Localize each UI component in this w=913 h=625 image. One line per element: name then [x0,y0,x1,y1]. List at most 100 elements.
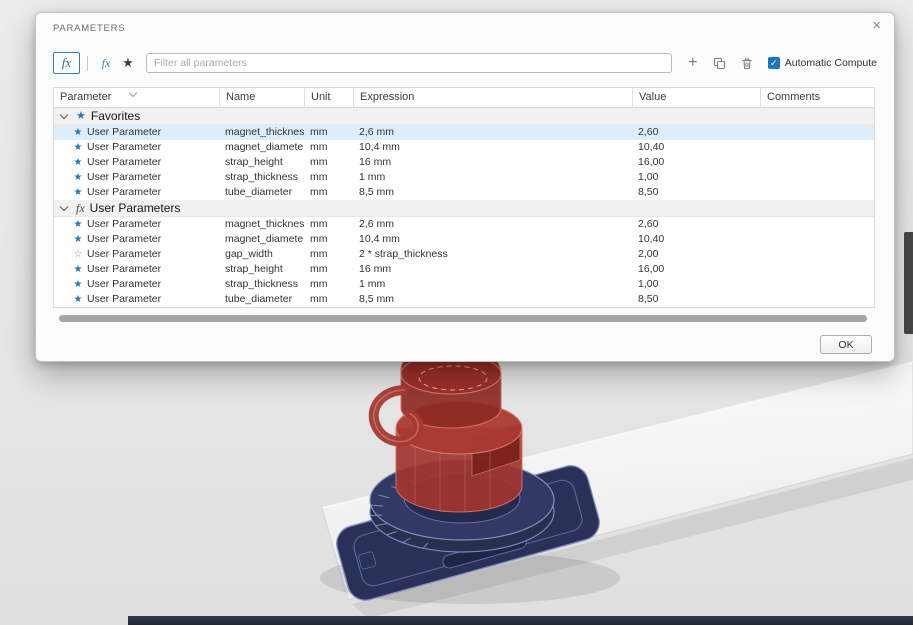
parameter-row-magnet_thickness[interactable]: ★ User Parameter magnet_thickness mm 2,6 mm 2… [54,217,874,232]
show-user-parameters-button[interactable]: fx [95,53,117,73]
favorite-star-icon[interactable]: ★ [72,262,84,277]
parameter-row-magnet_diameter[interactable]: ★ User Parameter magnet_diameter mm 10,4 mm 1… [54,140,874,155]
parameter-value: 2,60 [638,126,659,138]
parameter-unit: mm [310,171,328,183]
column-header-comments[interactable]: Comments [760,88,874,107]
timeline-bar[interactable] [128,616,913,625]
parameters-dialog: PARAMETERS × fx fx ★ + [35,12,895,362]
dialog-title: PARAMETERS [53,23,126,34]
parameter-name[interactable]: gap_width [219,247,304,262]
parameter-type: User Parameter [87,126,162,138]
parameter-unit: mm [310,141,328,153]
parameter-value: 10,40 [638,141,665,153]
favorite-star-icon[interactable]: ★ [72,155,84,170]
parameter-row-strap_height[interactable]: ★ User Parameter strap_height mm 16 mm 16,00 [54,262,874,277]
parameter-row-strap_thickness[interactable]: ★ User Parameter strap_thickness mm 1 mm 1,00 [54,277,874,292]
close-icon[interactable]: × [872,18,881,33]
parameter-comment[interactable] [760,232,874,247]
column-header-unit[interactable]: Unit [304,88,353,107]
show-all-parameters-button[interactable]: fx [53,52,80,74]
parameter-expression[interactable]: 1 mm [353,170,632,185]
parameter-value: 8,50 [638,186,659,198]
column-header-name[interactable]: Name [219,88,304,107]
parameter-name[interactable]: tube_diameter [219,185,304,200]
checkbox-checked-icon[interactable]: ✓ [767,57,780,69]
parameter-name[interactable]: strap_height [219,155,304,170]
parameter-name[interactable]: tube_diameter [219,292,304,307]
parameter-expression[interactable]: 8,5 mm [353,185,632,200]
parameter-expression[interactable]: 2,6 mm [353,217,632,232]
parameter-type: User Parameter [87,141,162,153]
parameter-name[interactable]: strap_thickness [219,277,304,292]
parameter-expression[interactable]: 16 mm [353,155,632,170]
check-icon: ✓ [770,58,778,68]
parameter-comment[interactable] [760,292,874,307]
parameter-row-magnet_thickness[interactable]: ★ User Parameter magnet_thickness mm 2,6 mm 2… [54,125,874,140]
parameter-row-gap_width[interactable]: ☆ User Parameter gap_width mm 2 * strap_thic… [54,247,874,262]
horizontal-scrollbar[interactable] [53,314,877,324]
favorite-star-icon[interactable]: ★ [72,140,84,155]
group-row-favorites[interactable]: ★ Favorites [54,108,874,125]
favorite-star-icon[interactable]: ★ [72,232,84,247]
parameter-unit: mm [310,186,328,198]
parameter-type: User Parameter [87,233,162,245]
parameter-name[interactable]: magnet_thickness [219,217,304,232]
group-row-user-parameters[interactable]: fx User Parameters [54,200,874,217]
ok-button[interactable]: OK [820,335,872,354]
add-parameter-button[interactable]: + [685,53,701,73]
parameter-expression[interactable]: 10,4 mm [353,140,632,155]
parameter-unit: mm [310,293,328,305]
parameter-name[interactable]: strap_height [219,262,304,277]
parameter-name[interactable]: magnet_thickness [219,125,304,140]
copy-parameter-button[interactable] [712,53,728,73]
parameter-comment[interactable] [760,185,874,200]
plus-icon: + [688,54,698,71]
fusion-canvas: PARAMETERS × fx fx ★ + [0,0,913,625]
favorite-star-icon[interactable]: ★ [72,292,84,307]
parameter-row-magnet_diameter[interactable]: ★ User Parameter magnet_diameter mm 10,4 mm 1… [54,232,874,247]
parameter-name[interactable]: magnet_diameter [219,232,304,247]
filter-input[interactable] [146,53,672,73]
column-header-value[interactable]: Value [632,88,760,107]
parameter-comment[interactable] [760,262,874,277]
fx-icon: fx [76,200,85,215]
column-header-expression[interactable]: Expression [353,88,632,107]
parameter-expression[interactable]: 2,6 mm [353,125,632,140]
parameter-row-strap_height[interactable]: ★ User Parameter strap_height mm 16 mm 16,00 [54,155,874,170]
parameter-expression[interactable]: 2 * strap_thickness [353,247,632,262]
parameter-expression[interactable]: 8,5 mm [353,292,632,307]
parameter-expression[interactable]: 10,4 mm [353,232,632,247]
show-favorites-button[interactable]: ★ [117,53,139,73]
parameter-comment[interactable] [760,125,874,140]
parameter-name[interactable]: magnet_diameter [219,140,304,155]
star-icon: ★ [122,55,134,70]
favorite-star-icon[interactable]: ★ [72,125,84,140]
parameter-expression[interactable]: 1 mm [353,277,632,292]
parameter-comment[interactable] [760,247,874,262]
horizontal-scrollbar-thumb[interactable] [59,315,867,322]
automatic-compute-toggle[interactable]: ✓ Automatic Compute [767,57,877,69]
parameter-value: 16,00 [638,156,665,168]
parameter-name[interactable]: strap_thickness [219,170,304,185]
favorite-star-icon[interactable]: ★ [72,185,84,200]
delete-parameter-button[interactable] [739,53,755,73]
parameter-row-tube_diameter[interactable]: ★ User Parameter tube_diameter mm 8,5 mm 8,50 [54,292,874,307]
column-header-parameter[interactable]: Parameter [54,88,219,107]
parameter-value: 1,00 [638,171,659,183]
parameter-expression[interactable]: 16 mm [353,262,632,277]
favorite-star-outline-icon[interactable]: ☆ [72,247,84,262]
parameter-row-strap_thickness[interactable]: ★ User Parameter strap_thickness mm 1 mm 1,00 [54,170,874,185]
parameter-comment[interactable] [760,277,874,292]
parameter-row-tube_diameter[interactable]: ★ User Parameter tube_diameter mm 8,5 mm 8,50 [54,185,874,200]
chevron-down-icon[interactable] [59,202,69,212]
parameter-comment[interactable] [760,140,874,155]
parameter-comment[interactable] [760,155,874,170]
parameter-comment[interactable] [760,217,874,232]
parameter-comment[interactable] [760,170,874,185]
favorite-star-icon[interactable]: ★ [72,170,84,185]
trash-icon [742,58,752,69]
favorite-star-icon[interactable]: ★ [72,277,84,292]
fx-icon: fx [61,55,72,70]
chevron-down-icon[interactable] [59,110,69,120]
favorite-star-icon[interactable]: ★ [72,217,84,232]
